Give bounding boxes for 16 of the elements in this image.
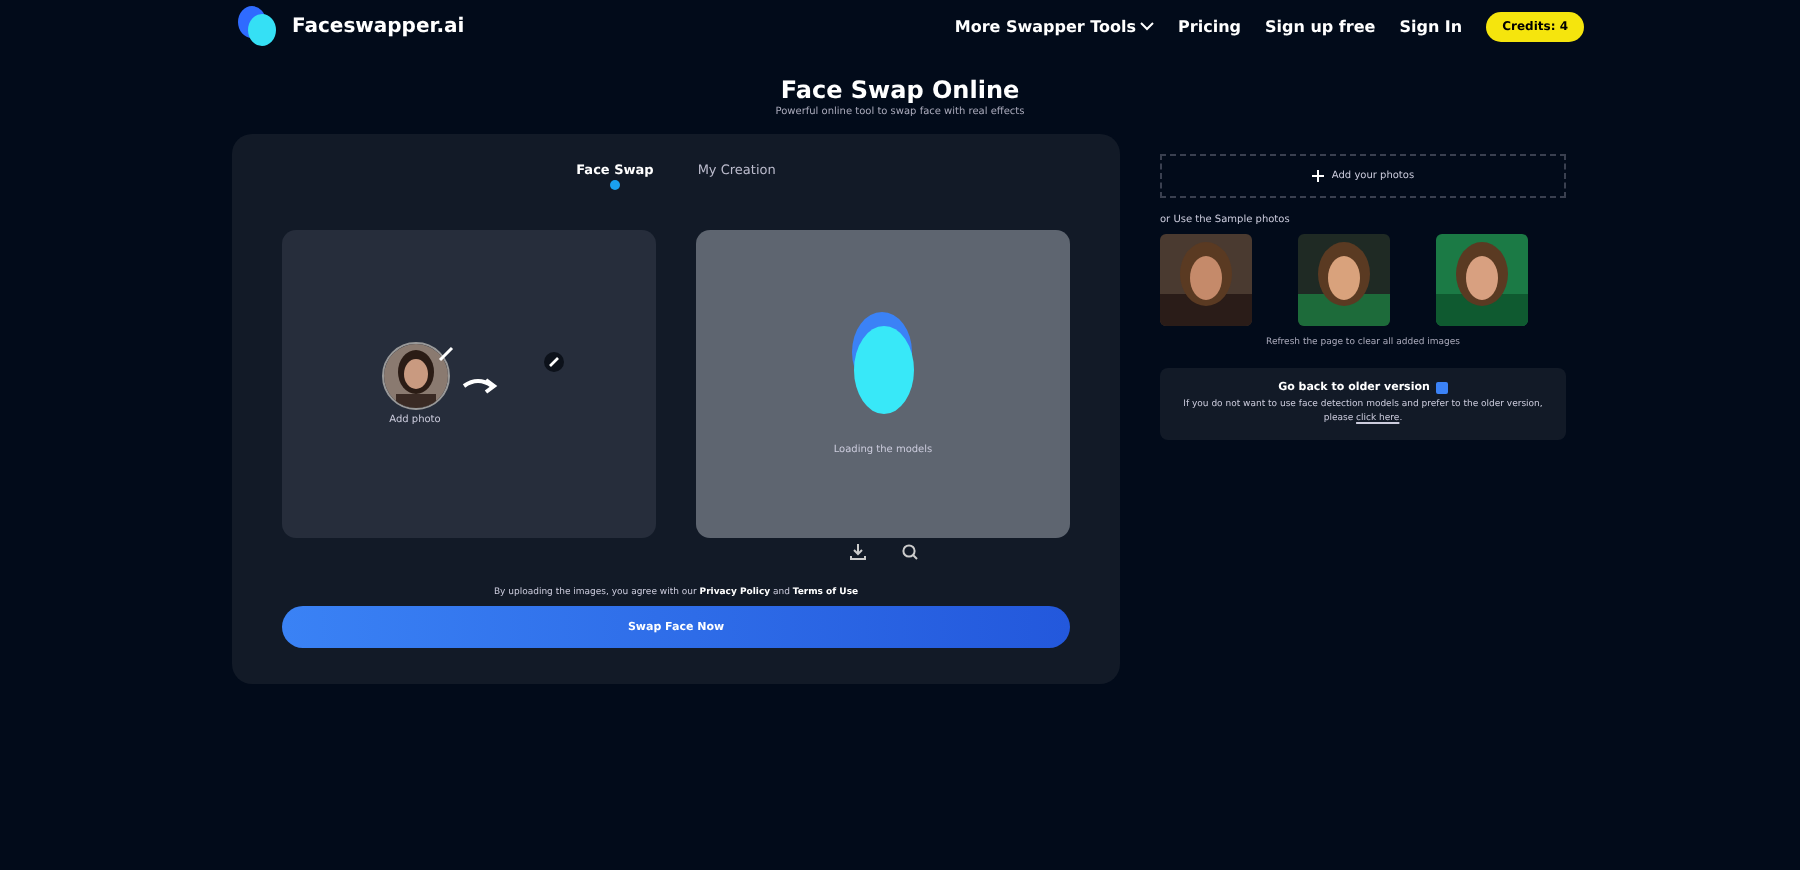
square-icon: [1435, 382, 1448, 394]
plus-icon: [1311, 170, 1324, 182]
download-icon[interactable]: [849, 544, 865, 560]
logo-icon: [236, 4, 280, 48]
pencil-icon[interactable]: [544, 352, 564, 372]
chevron-down-icon: [1140, 21, 1155, 31]
nav-link[interactable]: More Swapper Tools: [954, 17, 1155, 35]
nav-link[interactable]: Sign In: [1399, 17, 1463, 35]
brand-name[interactable]: Faceswapper.ai: [292, 15, 465, 37]
loading-drawing: [851, 312, 915, 416]
nav-link[interactable]: Sign up free: [1265, 17, 1376, 35]
zoom-icon[interactable]: [901, 544, 917, 560]
curved-arrow-icon: [461, 375, 497, 393]
nav-link[interactable]: Pricing: [1178, 17, 1242, 35]
page-title: Face Swap Online: [778, 76, 1022, 104]
pencil-icon[interactable]: [437, 346, 453, 362]
